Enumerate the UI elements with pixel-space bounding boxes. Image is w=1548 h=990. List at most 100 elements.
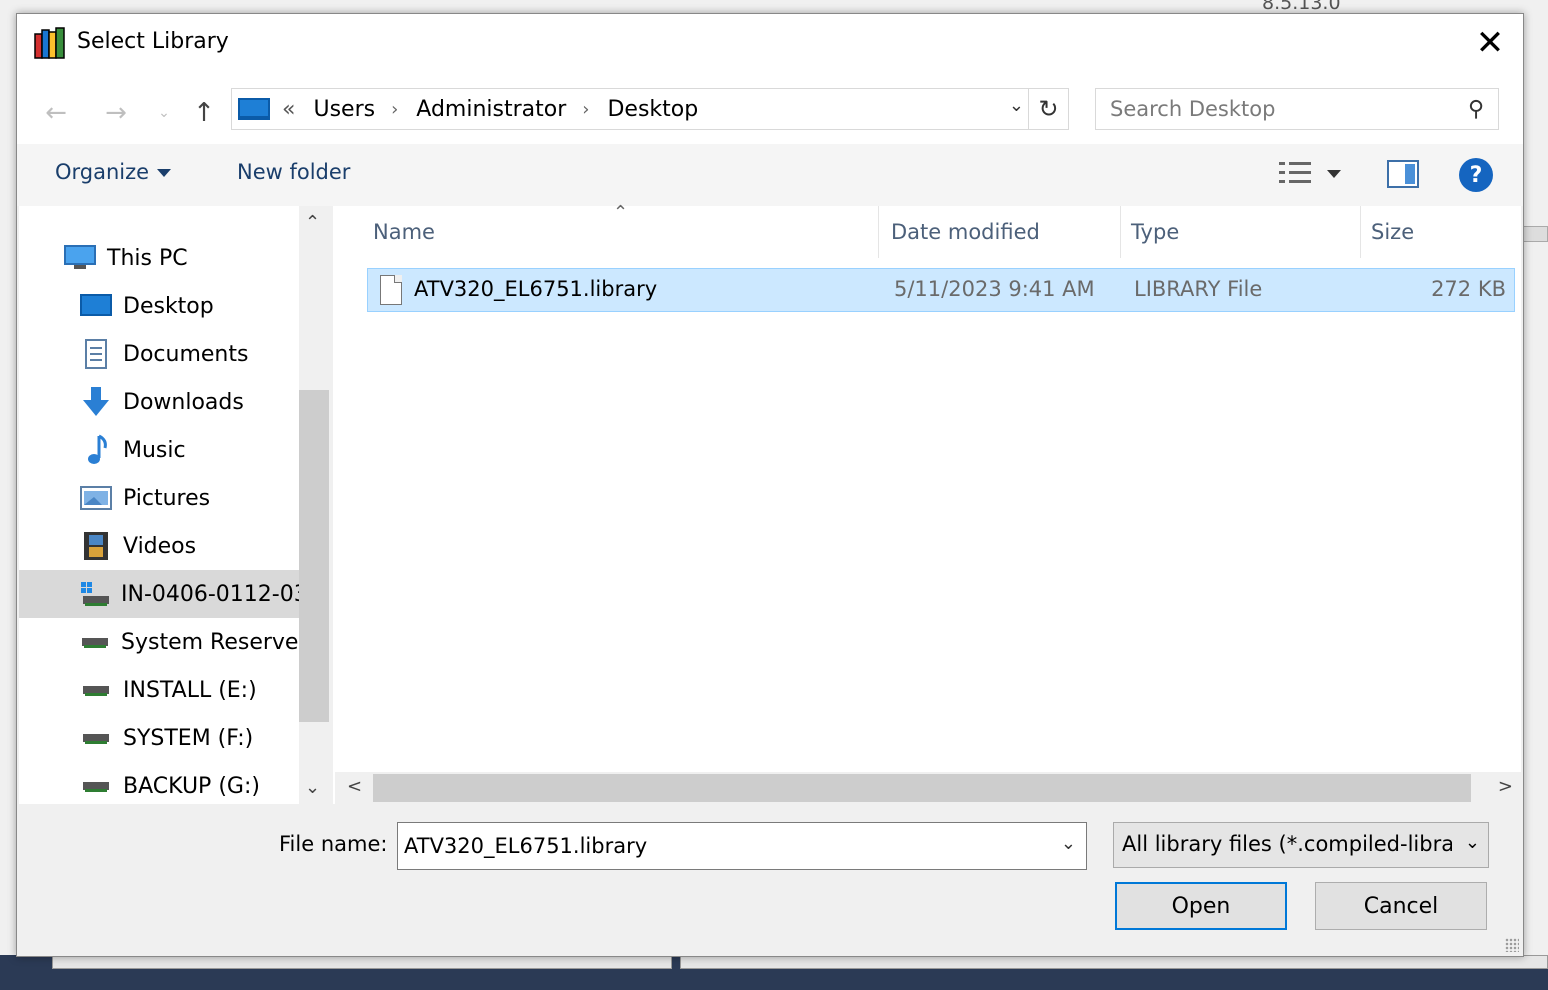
nav-item-backup-g[interactable]: BACKUP (G:) xyxy=(19,762,299,804)
forward-arrow-icon[interactable]: → xyxy=(99,96,133,130)
background-version-text: 8.5.13.0 xyxy=(1262,0,1341,14)
windows-drive-icon xyxy=(79,579,111,609)
scroll-up-icon[interactable]: ⌃ xyxy=(305,212,320,233)
select-library-dialog: Select Library ✕ ← → ⌄ ↑ « Users › Admin… xyxy=(16,13,1524,957)
documents-icon xyxy=(79,339,113,369)
background-tab xyxy=(1522,226,1548,242)
drive-icon xyxy=(79,627,111,657)
nav-item-documents[interactable]: Documents xyxy=(19,330,299,378)
nav-item-downloads[interactable]: Downloads xyxy=(19,378,299,426)
breadcrumb-separator-icon[interactable]: › xyxy=(582,99,589,120)
new-folder-button[interactable]: New folder xyxy=(237,160,350,184)
navigation-row: ← → ⌄ ↑ « Users › Administrator › Deskto… xyxy=(17,74,1523,144)
nav-item-label: Videos xyxy=(123,533,197,559)
breadcrumb-administrator[interactable]: Administrator xyxy=(416,97,566,122)
background-strip xyxy=(52,955,672,969)
preview-pane-icon[interactable] xyxy=(1387,160,1419,188)
nav-item-this-pc[interactable]: This PC xyxy=(19,234,299,282)
column-header-date-modified[interactable]: Date modified xyxy=(881,206,1121,258)
scroll-right-icon[interactable]: > xyxy=(1498,776,1513,797)
drive-icon xyxy=(79,723,113,753)
nav-item-label: IN-0406-0112-03 xyxy=(121,581,299,607)
resize-grip-icon[interactable] xyxy=(1505,938,1519,952)
caret-down-icon xyxy=(1327,170,1341,178)
search-box[interactable]: ⚲ xyxy=(1095,88,1499,130)
chevron-down-icon[interactable]: ⌄ xyxy=(1061,833,1076,854)
file-list-horizontal-scrollbar[interactable]: < > xyxy=(335,772,1523,804)
nav-item-label: BACKUP (G:) xyxy=(123,773,260,799)
open-button[interactable]: Open xyxy=(1115,882,1287,930)
organize-label: Organize xyxy=(55,160,150,184)
nav-item-system-drive[interactable]: IN-0406-0112-03 xyxy=(19,570,299,618)
file-name-input[interactable] xyxy=(404,831,1044,861)
scroll-down-icon[interactable]: ⌄ xyxy=(305,777,320,798)
file-icon xyxy=(380,275,402,305)
nav-item-install-e[interactable]: INSTALL (E:) xyxy=(19,666,299,714)
address-dropdown-icon[interactable]: ⌄ xyxy=(1009,95,1024,116)
background-status-area xyxy=(0,955,1548,990)
videos-icon xyxy=(79,531,113,561)
file-row[interactable]: ATV320_EL6751.library 5/11/2023 9:41 AM … xyxy=(367,268,1515,312)
details-view-icon xyxy=(1279,160,1311,186)
nav-item-desktop[interactable]: Desktop xyxy=(19,282,299,330)
nav-item-label: Desktop xyxy=(123,293,214,319)
breadcrumb-overflow-icon[interactable]: « xyxy=(282,97,295,122)
navigation-pane-scrollbar[interactable]: ⌃ ⌄ xyxy=(299,206,329,804)
back-arrow-icon[interactable]: ← xyxy=(39,96,73,130)
downloads-icon xyxy=(79,387,113,417)
change-view-button[interactable] xyxy=(1279,160,1351,190)
scroll-left-icon[interactable]: < xyxy=(347,776,362,797)
title-bar[interactable]: Select Library ✕ xyxy=(17,14,1523,74)
file-name-label: File name: xyxy=(279,832,388,856)
nav-item-label: Downloads xyxy=(123,389,244,415)
file-name-combobox[interactable]: ⌄ xyxy=(397,822,1087,870)
nav-item-label: Documents xyxy=(123,341,249,367)
file-size: 272 KB xyxy=(1431,277,1506,301)
file-name: ATV320_EL6751.library xyxy=(414,277,658,301)
search-icon[interactable]: ⚲ xyxy=(1468,97,1484,122)
column-header-size[interactable]: Size xyxy=(1361,206,1521,258)
music-icon xyxy=(79,434,113,465)
close-button[interactable]: ✕ xyxy=(1457,14,1523,72)
scrollbar-thumb[interactable] xyxy=(299,390,329,722)
file-type-filter-value: All library files (*.compiled-library xyxy=(1122,832,1452,856)
pictures-icon xyxy=(79,483,113,513)
nav-item-label: Music xyxy=(123,437,186,463)
up-arrow-icon[interactable]: ↑ xyxy=(187,96,221,130)
file-type: LIBRARY File xyxy=(1134,277,1263,301)
refresh-icon[interactable]: ↻ xyxy=(1028,89,1068,129)
organize-button[interactable]: Organize xyxy=(55,160,172,184)
chevron-down-icon[interactable]: ⌄ xyxy=(1465,832,1480,853)
nav-item-videos[interactable]: Videos xyxy=(19,522,299,570)
breadcrumb-users[interactable]: Users xyxy=(313,97,375,122)
nav-item-label: INSTALL (E:) xyxy=(123,677,257,703)
background-strip xyxy=(680,955,1548,969)
recent-locations-chevron-icon[interactable]: ⌄ xyxy=(147,96,181,130)
desktop-location-icon xyxy=(238,98,270,120)
column-header-name[interactable]: Name xyxy=(363,206,879,258)
cancel-button[interactable]: Cancel xyxy=(1315,882,1487,930)
column-header-type[interactable]: Type xyxy=(1121,206,1361,258)
library-books-icon xyxy=(34,27,65,59)
file-type-filter[interactable]: All library files (*.compiled-library ⌄ xyxy=(1113,822,1489,868)
file-date-modified: 5/11/2023 9:41 AM xyxy=(894,277,1095,301)
address-bar[interactable]: « Users › Administrator › Desktop ⌄ ↻ xyxy=(231,88,1069,130)
nav-item-music[interactable]: Music xyxy=(19,426,299,474)
help-icon[interactable]: ? xyxy=(1459,158,1493,192)
search-input[interactable] xyxy=(1110,95,1450,123)
dialog-title: Select Library xyxy=(77,29,229,54)
file-list: ⌃ Name Date modified Type Size ATV320_EL… xyxy=(333,202,1521,804)
computer-icon xyxy=(63,243,97,273)
drive-icon xyxy=(79,675,113,705)
nav-item-system-reserved[interactable]: System Reserved xyxy=(19,618,299,666)
command-toolbar: Organize New folder ? xyxy=(17,144,1523,206)
breadcrumb-separator-icon[interactable]: › xyxy=(391,99,398,120)
navigation-pane: This PC Desktop Documents Downloads Musi… xyxy=(19,206,299,804)
nav-item-pictures[interactable]: Pictures xyxy=(19,474,299,522)
breadcrumb-desktop[interactable]: Desktop xyxy=(607,97,698,122)
nav-item-system-f[interactable]: SYSTEM (F:) xyxy=(19,714,299,762)
scrollbar-thumb[interactable] xyxy=(373,774,1471,802)
nav-item-label: This PC xyxy=(107,245,188,271)
nav-item-label: SYSTEM (F:) xyxy=(123,725,254,751)
caret-down-icon xyxy=(157,169,172,177)
